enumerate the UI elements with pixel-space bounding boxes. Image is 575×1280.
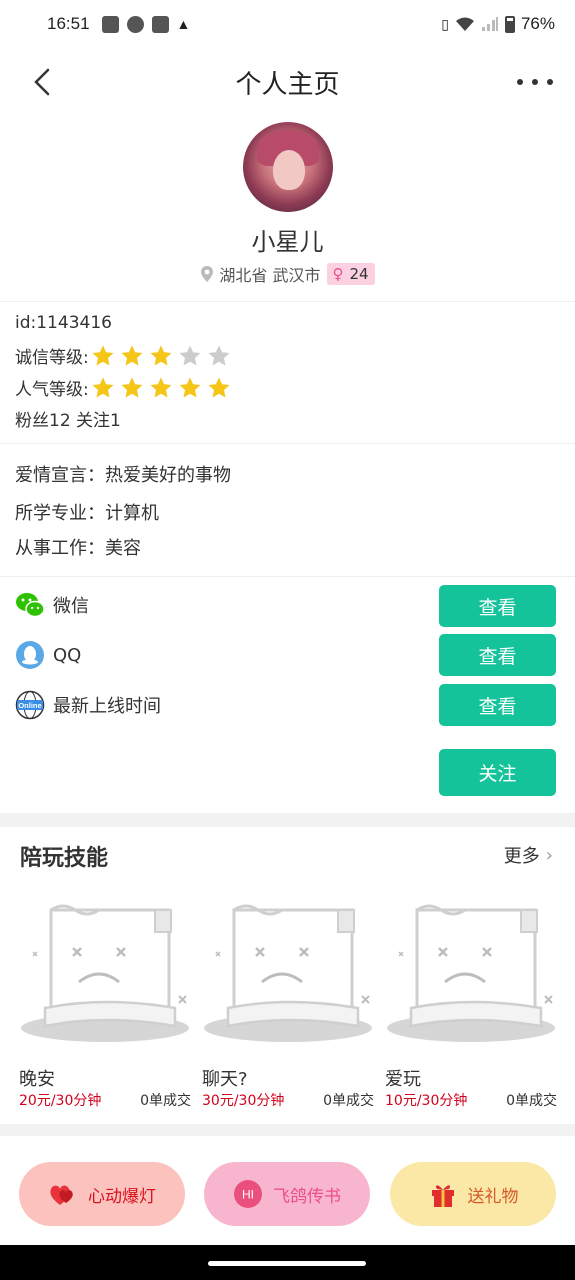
star-empty-icon — [179, 345, 201, 365]
page-title: 个人主页 — [235, 70, 340, 100]
credit-level-label: 诚信等级: — [15, 348, 89, 368]
wechat-row: 微信 — [15, 590, 89, 620]
more-options-icon[interactable] — [517, 70, 553, 94]
battery-percent: 76% — [520, 14, 555, 33]
header: 个人主页 — [0, 52, 575, 112]
major: 所学专业：计算机 — [15, 503, 159, 524]
location-pin-icon — [201, 266, 214, 282]
star-filled-icon — [150, 345, 172, 365]
nickname: 小星儿 — [251, 228, 324, 256]
avatar[interactable] — [243, 122, 333, 212]
mail-icon — [101, 15, 119, 33]
skill-price: 20元/30分钟 — [19, 1093, 102, 1109]
skill-name: 聊天? — [202, 1069, 248, 1090]
star-filled-icon — [121, 345, 143, 365]
skill-name: 爱玩 — [385, 1069, 421, 1090]
star-empty-icon — [208, 345, 230, 365]
skill-card[interactable]: 晚安 20元/30分钟 0单成交 — [19, 900, 191, 1109]
divider — [0, 576, 575, 577]
popularity-level-row: 人气等级: — [15, 375, 231, 400]
location-text: 湖北省 武汉市 — [219, 266, 321, 285]
check-icon — [126, 15, 144, 33]
follow-button[interactable]: 关注 — [439, 749, 556, 796]
view-qq-button[interactable]: 查看 — [439, 634, 556, 676]
divider — [0, 443, 575, 444]
status-bar: 16:51 ▲ ▯ 76% — [0, 0, 575, 48]
popularity-level-label: 人气等级: — [15, 380, 89, 400]
heart-boost-button[interactable]: 心动爆灯 — [19, 1162, 185, 1226]
skill-card[interactable]: 聊天? 30元/30分钟 0单成交 — [202, 900, 374, 1109]
empty-scroll-icon — [21, 904, 189, 1042]
gift-icon — [431, 1185, 454, 1207]
view-online-time-button[interactable]: 查看 — [439, 684, 556, 726]
qq-icon — [16, 641, 44, 669]
credit-level-row: 诚信等级: — [15, 343, 231, 368]
wifi-icon — [455, 17, 474, 31]
star-filled-icon — [121, 377, 143, 397]
skills-more-label: 更多 — [503, 846, 540, 867]
job: 从事工作：美容 — [15, 538, 141, 559]
battery-icon — [504, 15, 515, 33]
pigeon-message-label: 飞鸽传书 — [273, 1186, 341, 1207]
online-globe-icon: Online — [15, 690, 45, 720]
online-time-label: 最新上线时间 — [53, 696, 161, 717]
heart-icon — [50, 1185, 73, 1205]
credit-stars — [91, 344, 231, 368]
gender-age-badge: ♀ 24 — [326, 263, 375, 285]
star-filled-icon — [150, 377, 172, 397]
empty-scroll-icon — [387, 904, 555, 1042]
home-gesture-handle[interactable] — [208, 1261, 366, 1266]
qq-row: QQ — [15, 640, 81, 670]
female-icon: ♀ — [332, 265, 344, 283]
qq-label: QQ — [53, 644, 82, 666]
pigeon-message-button[interactable]: HI 飞鸽传书 — [204, 1162, 370, 1226]
skill-orders: 0单成交 — [323, 1093, 374, 1109]
status-time: 16:51 — [47, 14, 90, 33]
star-filled-icon — [208, 377, 230, 397]
warning-icon: ▲ — [176, 16, 191, 32]
send-gift-button[interactable]: 送礼物 — [390, 1162, 556, 1226]
star-filled-icon — [179, 377, 201, 397]
skill-orders: 0单成交 — [140, 1093, 191, 1109]
vibrate-icon: ▯ — [441, 15, 449, 32]
chevron-right-icon: › — [545, 844, 553, 866]
skill-price: 10元/30分钟 — [385, 1093, 468, 1109]
skill-name: 晚安 — [19, 1069, 55, 1090]
section-gap — [0, 1124, 575, 1136]
location-row: 湖北省 武汉市 ♀ 24 — [0, 262, 575, 286]
view-wechat-button[interactable]: 查看 — [439, 585, 556, 627]
divider — [0, 301, 575, 302]
section-gap — [0, 813, 575, 827]
pigeon-badge: HI — [242, 1188, 254, 1202]
skill-card[interactable]: 爱玩 10元/30分钟 0单成交 — [385, 900, 557, 1109]
star-filled-icon — [92, 345, 114, 365]
skills-more-link[interactable]: 更多 › — [504, 842, 553, 868]
wechat-icon — [16, 593, 45, 618]
wechat-label: 微信 — [53, 596, 89, 617]
online-badge: Online — [18, 701, 41, 710]
age: 24 — [349, 265, 369, 283]
shield-icon — [151, 15, 169, 33]
skill-orders: 0单成交 — [506, 1093, 557, 1109]
heart-boost-label: 心动爆灯 — [88, 1186, 156, 1207]
empty-scroll-icon — [204, 904, 372, 1042]
popularity-stars — [91, 376, 231, 400]
send-gift-label: 送礼物 — [467, 1186, 519, 1207]
skill-price: 30元/30分钟 — [202, 1093, 285, 1109]
love-declaration: 爱情宣言：热爱美好的事物 — [15, 465, 231, 486]
system-nav-bar — [0, 1245, 575, 1280]
fans-follow-count: 粉丝12 关注1 — [15, 411, 121, 431]
signal-icon — [481, 17, 498, 31]
status-right: ▯ 76% — [441, 14, 555, 34]
star-filled-icon — [92, 377, 114, 397]
hi-message-icon: HI — [234, 1180, 262, 1208]
user-id: id:1143416 — [15, 313, 112, 333]
profile-page: 16:51 ▲ ▯ 76% 个人主页 小星儿 湖北省 武汉市 ♀ 24 id:1… — [0, 0, 575, 1280]
skills-title: 陪玩技能 — [20, 846, 109, 871]
online-time-row: Online 最新上线时间 — [15, 690, 161, 720]
